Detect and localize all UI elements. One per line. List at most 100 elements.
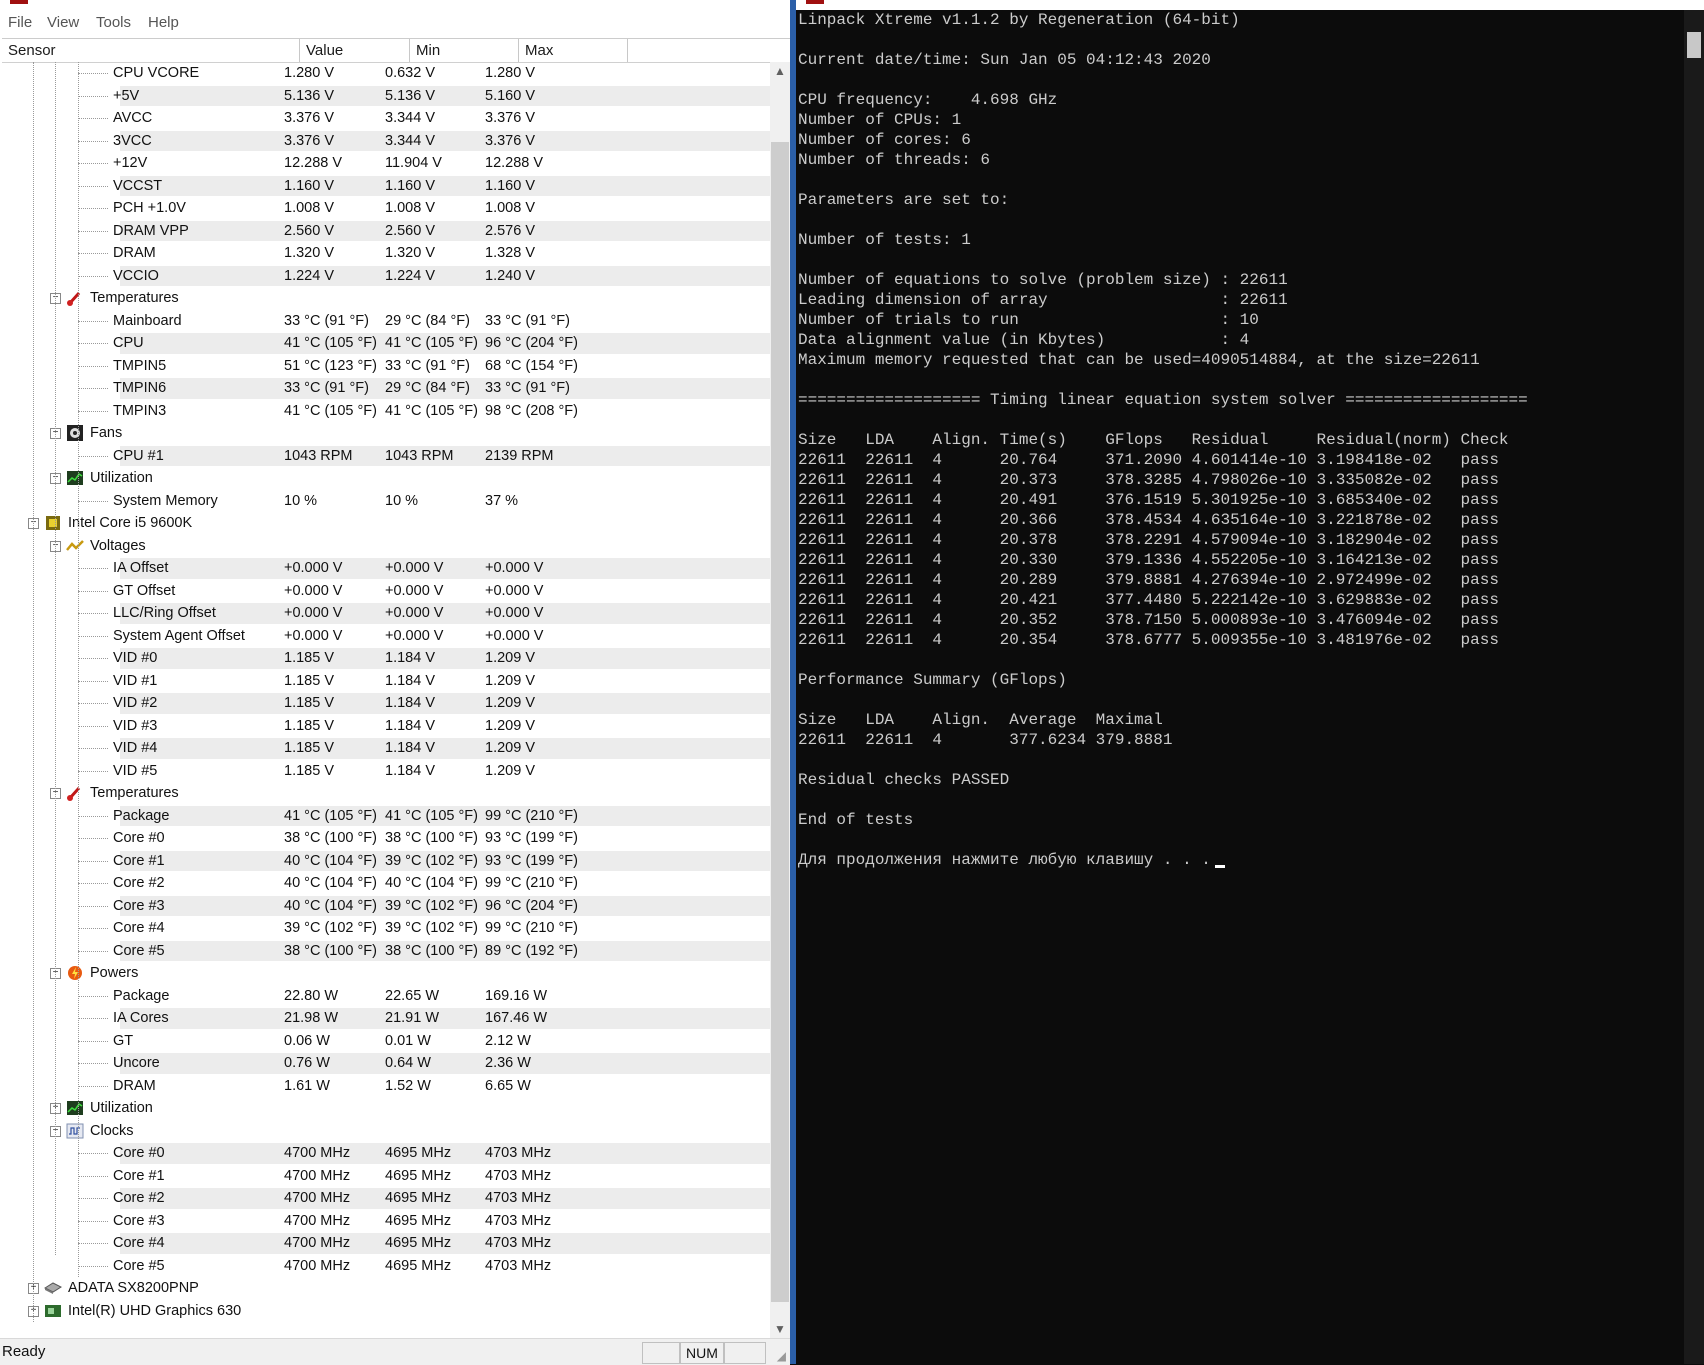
sensor-row[interactable]: DRAM 1.320 V 1.320 V 1.328 V (2, 242, 770, 265)
sensor-row[interactable]: +12V 12.288 V 11.904 V 12.288 V (2, 152, 770, 175)
category-node-fans[interactable]: − Fans (2, 422, 770, 445)
sensor-value: 1.185 V (284, 650, 334, 666)
sensor-row[interactable]: VID #4 1.185 V 1.184 V 1.209 V (2, 737, 770, 760)
scroll-down-icon[interactable]: ▼ (770, 1320, 790, 1338)
tree-connector (78, 1063, 108, 1064)
sensor-value: +0.000 V (284, 560, 343, 576)
sensor-label: System Memory (113, 492, 218, 509)
sensor-row[interactable]: Core #3 40 °C (104 °F) 39 °C (102 °F) 96 °C… (2, 895, 770, 918)
sensor-row[interactable]: Package 41 °C (105 °F) 41 °C (105 °F) 99 °C… (2, 805, 770, 828)
sensor-max: 96 °C (204 °F) (485, 897, 578, 914)
scroll-up-icon[interactable]: ▲ (770, 62, 790, 80)
sensor-row[interactable]: VID #1 1.185 V 1.184 V 1.209 V (2, 670, 770, 693)
column-value[interactable]: Value (300, 39, 410, 62)
menu-tools[interactable]: Tools (96, 14, 131, 31)
sensor-row[interactable]: Core #5 38 °C (100 °F) 38 °C (100 °F) 89 °C… (2, 940, 770, 963)
sensor-row[interactable]: System Agent Offset +0.000 V +0.000 V +0.00… (2, 625, 770, 648)
category-node-temperatures[interactable]: − Temperatures (2, 782, 770, 805)
vertical-scrollbar[interactable]: ▲ ▼ (770, 62, 790, 1338)
sensor-min: 1.184 V (385, 740, 435, 756)
sensor-row[interactable]: AVCC 3.376 V 3.344 V 3.376 V (2, 107, 770, 130)
sensor-row[interactable]: DRAM VPP 2.560 V 2.560 V 2.576 V (2, 220, 770, 243)
sensor-row[interactable]: Core #1 40 °C (104 °F) 39 °C (102 °F) 93 °C… (2, 850, 770, 873)
sensor-row[interactable]: VID #0 1.185 V 1.184 V 1.209 V (2, 647, 770, 670)
category-node-utilization[interactable]: + Utilization (2, 1097, 770, 1120)
sensor-label: Core #2 (113, 1190, 165, 1206)
sensor-row[interactable]: Core #2 40 °C (104 °F) 40 °C (104 °F) 99 °C… (2, 872, 770, 895)
category-node-temperatures[interactable]: − Temperatures (2, 287, 770, 310)
tree-connector (78, 928, 108, 929)
device-node-intel-r-uhd-graphics-630[interactable]: + Intel(R) UHD Graphics 630 (2, 1300, 770, 1323)
sensor-row[interactable]: TMPIN3 41 °C (105 °F) 41 °C (105 °F) 98 °C … (2, 400, 770, 423)
sensor-value: 1.185 V (284, 717, 334, 734)
sensor-row[interactable]: LLC/Ring Offset +0.000 V +0.000 V +0.000 V (2, 602, 770, 625)
sensor-row[interactable]: 3VCC 3.376 V 3.344 V 3.376 V (2, 130, 770, 153)
sensor-row[interactable]: Core #0 4700 MHz 4695 MHz 4703 MHz (2, 1142, 770, 1165)
sensor-row[interactable]: PCH +1.0V 1.008 V 1.008 V 1.008 V (2, 197, 770, 220)
row-background (120, 648, 770, 669)
sensor-row[interactable]: VID #5 1.185 V 1.184 V 1.209 V (2, 760, 770, 783)
sensor-row[interactable]: VCCIO 1.224 V 1.224 V 1.240 V (2, 265, 770, 288)
device-node-intel-core-i5-9600k[interactable]: − Intel Core i5 9600K (2, 512, 770, 535)
status-bar: Ready NUM ◢ (0, 1338, 790, 1365)
column-sensor[interactable]: Sensor (2, 39, 300, 62)
tree-connector (78, 500, 108, 502)
sensor-min: 4695 MHz (385, 1257, 452, 1274)
sensor-max: 3.376 V (485, 132, 535, 149)
tree-connector (78, 1085, 108, 1087)
menu-help[interactable]: Help (148, 14, 179, 31)
sensor-row[interactable]: CPU VCORE 1.280 V 0.632 V 1.280 V (2, 62, 770, 85)
sensor-label: CPU (113, 335, 144, 351)
tree-connector (78, 320, 108, 322)
sensor-row[interactable]: IA Offset +0.000 V +0.000 V +0.000 V (2, 557, 770, 580)
sensor-max: +0.000 V (485, 605, 544, 621)
sensor-row[interactable]: CPU 41 °C (105 °F) 41 °C (105 °F) 96 °C (20… (2, 332, 770, 355)
sensor-row[interactable]: IA Cores 21.98 W 21.91 W 167.46 W (2, 1007, 770, 1030)
sensor-row[interactable]: GT Offset +0.000 V +0.000 V +0.000 V (2, 580, 770, 603)
category-label: Voltages (90, 537, 146, 554)
sensor-label: Package (113, 807, 170, 824)
console-line: 22611 22611 4 20.354 378.6777 5.009355e-… (798, 631, 1499, 649)
sensor-row[interactable]: Core #4 39 °C (102 °F) 39 °C (102 °F) 99 °C… (2, 917, 770, 940)
console-scroll-thumb[interactable] (1687, 32, 1701, 58)
menu-file[interactable]: File (8, 14, 32, 31)
sensor-max: 99 °C (210 °F) (485, 920, 578, 936)
category-node-clocks[interactable]: − Clocks (2, 1120, 770, 1143)
sensor-row[interactable]: Mainboard 33 °C (91 °F) 29 °C (84 °F) 33 °C… (2, 310, 770, 333)
menu-view[interactable]: View (47, 14, 79, 31)
sensor-row[interactable]: VID #3 1.185 V 1.184 V 1.209 V (2, 715, 770, 738)
sensor-row[interactable]: Core #0 38 °C (100 °F) 38 °C (100 °F) 93 °C… (2, 827, 770, 850)
sensor-row[interactable]: TMPIN5 51 °C (123 °F) 33 °C (91 °F) 68 °C (… (2, 355, 770, 378)
sensor-row[interactable]: Core #2 4700 MHz 4695 MHz 4703 MHz (2, 1187, 770, 1210)
sensor-row[interactable]: GT 0.06 W 0.01 W 2.12 W (2, 1030, 770, 1053)
column-min[interactable]: Min (410, 39, 519, 62)
console-scrollbar[interactable] (1684, 10, 1704, 1364)
sensor-row[interactable]: CPU #1 1043 RPM 1043 RPM 2139 RPM (2, 445, 770, 468)
sensor-max: +0.000 V (485, 627, 544, 644)
sensor-row[interactable]: Core #3 4700 MHz 4695 MHz 4703 MHz (2, 1210, 770, 1233)
sensor-row[interactable]: Core #4 4700 MHz 4695 MHz 4703 MHz (2, 1232, 770, 1255)
sensor-row[interactable]: +5V 5.136 V 5.136 V 5.160 V (2, 85, 770, 108)
resize-grip-icon[interactable]: ◢ (777, 1349, 786, 1363)
sensor-value: 1.61 W (284, 1077, 330, 1094)
sensor-row[interactable]: Uncore 0.76 W 0.64 W 2.36 W (2, 1052, 770, 1075)
sensor-row[interactable]: Core #5 4700 MHz 4695 MHz 4703 MHz (2, 1255, 770, 1278)
device-node-adata-sx8200pnp[interactable]: + ADATA SX8200PNP (2, 1277, 770, 1300)
sensor-row[interactable]: TMPIN6 33 °C (91 °F) 29 °C (84 °F) 33 °C (9… (2, 377, 770, 400)
sensor-row[interactable]: DRAM 1.61 W 1.52 W 6.65 W (2, 1075, 770, 1098)
sensor-min: 41 °C (105 °F) (385, 335, 478, 351)
category-node-utilization[interactable]: − Utilization (2, 467, 770, 490)
sensor-max: 4703 MHz (485, 1190, 552, 1206)
sensor-row[interactable]: VID #2 1.185 V 1.184 V 1.209 V (2, 692, 770, 715)
category-node-powers[interactable]: − Powers (2, 962, 770, 985)
sensor-row[interactable]: Core #1 4700 MHz 4695 MHz 4703 MHz (2, 1165, 770, 1188)
scroll-thumb[interactable] (771, 142, 789, 1302)
column-max[interactable]: Max (519, 39, 628, 62)
sensor-row[interactable]: System Memory 10 % 10 % 37 % (2, 490, 770, 513)
sensor-row[interactable]: VCCST 1.160 V 1.160 V 1.160 V (2, 175, 770, 198)
category-node-voltages[interactable]: − Voltages (2, 535, 770, 558)
sensor-row[interactable]: Package 22.80 W 22.65 W 169.16 W (2, 985, 770, 1008)
